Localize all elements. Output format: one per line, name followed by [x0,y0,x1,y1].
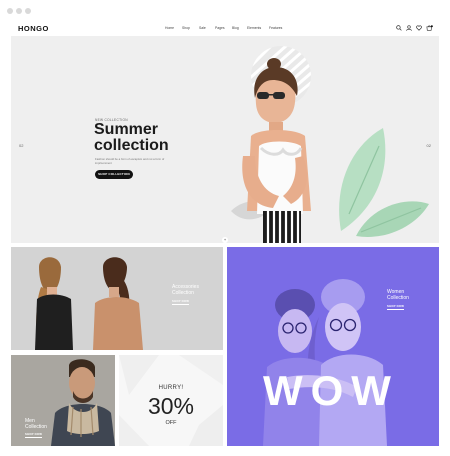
women-models-image [227,247,439,446]
hero-illustration [231,46,429,243]
search-icon[interactable] [396,25,402,33]
main-nav: Home Shop Sale Pages Blog Elements Featu… [165,26,291,30]
header-icons [396,25,433,33]
men-title-line2: Collection [25,424,47,430]
men-collection-tile[interactable]: Men Collection SHOP NOW [11,355,115,446]
cart-icon[interactable] [426,25,433,33]
heart-icon[interactable] [416,25,422,33]
nav-item-sale[interactable]: Sale [199,26,215,30]
window-maximize-dot[interactable] [25,8,31,14]
men-shop-now-link[interactable]: SHOP NOW [25,432,43,438]
nav-item-blog[interactable]: Blog [232,26,247,30]
sale-hurry-label: HURRY! [158,385,184,391]
women-title: Women Collection [387,289,409,301]
accessories-shop-now-link[interactable]: SHOP NOW [172,299,190,305]
user-icon[interactable] [406,25,412,33]
shop-collection-button[interactable]: SHOP COLLECTION [95,170,133,179]
site-header: HONGO Home Shop Sale Pages Blog Elements… [11,22,439,36]
nav-item-features[interactable]: Features [269,26,291,30]
wow-overlay-text: WOW [263,367,399,414]
men-title: Men Collection [25,418,47,430]
accessories-models-image [11,247,223,350]
nav-item-elements[interactable]: Elements [247,26,269,30]
hero-title: Summer collection [94,122,169,154]
window-close-dot[interactable] [7,8,13,14]
site-logo[interactable]: HONGO [18,24,49,33]
women-shop-now-link[interactable]: SHOP NOW [387,304,405,310]
slider-next-button[interactable]: 02 [427,143,431,148]
accessories-title-line2: Collection [172,290,194,296]
hero-description: Fashion should be a form of escapism and… [95,157,165,165]
green-leaf [339,128,429,237]
striped-trousers [263,211,301,243]
women-collection-tile[interactable]: WOW Women Collection SHOP NOW [227,247,439,446]
sale-tile[interactable]: HURRY! 30% OFF [119,355,223,446]
sale-off-label: OFF [165,420,177,426]
hero-slider: NEW COLLECTION Summer collection Fashion… [11,36,439,243]
sale-percent: 30% [147,393,195,419]
hero-title-line2: collection [94,137,169,154]
women-title-line2: Collection [387,295,409,301]
page: HONGO Home Shop Sale Pages Blog Elements… [11,22,439,446]
hero-title-line1: Summer [94,121,159,138]
browser-chrome [0,0,450,22]
accessories-collection-tile[interactable]: Accessories Collection SHOP NOW [11,247,223,350]
nav-item-shop[interactable]: Shop [182,26,199,30]
slider-prev-button[interactable]: 02 [19,143,23,148]
window-minimize-dot[interactable] [16,8,22,14]
slider-indicator[interactable]: + [222,237,228,243]
nav-item-pages[interactable]: Pages [215,26,232,30]
accessories-title: Accessories Collection [172,284,199,296]
nav-item-home[interactable]: Home [165,26,182,30]
